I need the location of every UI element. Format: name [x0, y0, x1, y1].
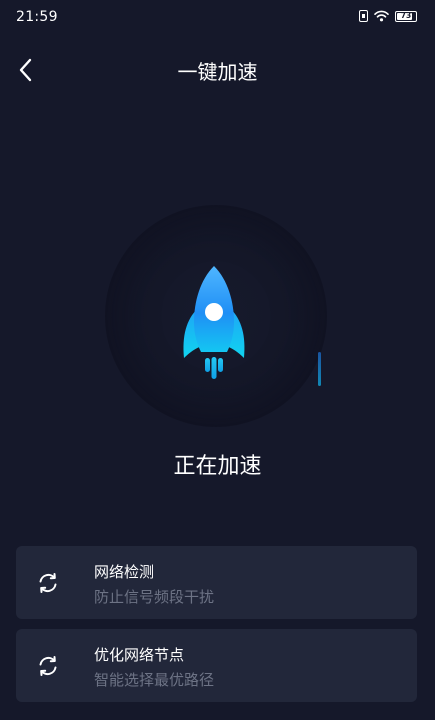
rocket-progress-accent	[318, 352, 321, 386]
status-icons: 73	[359, 10, 417, 22]
refresh-icon	[39, 573, 57, 593]
rocket-icon	[183, 266, 245, 379]
task-subtitle: 防止信号频段干扰	[94, 588, 215, 606]
task-subtitle: 智能选择最优路径	[94, 671, 215, 689]
task-title: 优化网络节点	[94, 646, 185, 664]
task-optimize-nodes[interactable]: 优化网络节点 智能选择最优路径	[16, 629, 417, 702]
battery-icon: 73	[395, 10, 417, 22]
page-title: 一键加速	[177, 60, 258, 84]
status-bar: 21:59 73	[0, 0, 435, 36]
acceleration-status: 正在加速	[173, 454, 262, 479]
status-time: 21:59	[16, 9, 58, 25]
refresh-icon	[39, 656, 57, 676]
header: 一键加速	[0, 48, 435, 92]
wifi-icon	[374, 10, 389, 22]
sim-icon	[359, 10, 368, 22]
task-title: 网络检测	[94, 563, 155, 581]
task-network-detect[interactable]: 网络检测 防止信号频段干扰	[16, 546, 417, 619]
battery-level: 73	[400, 10, 412, 20]
